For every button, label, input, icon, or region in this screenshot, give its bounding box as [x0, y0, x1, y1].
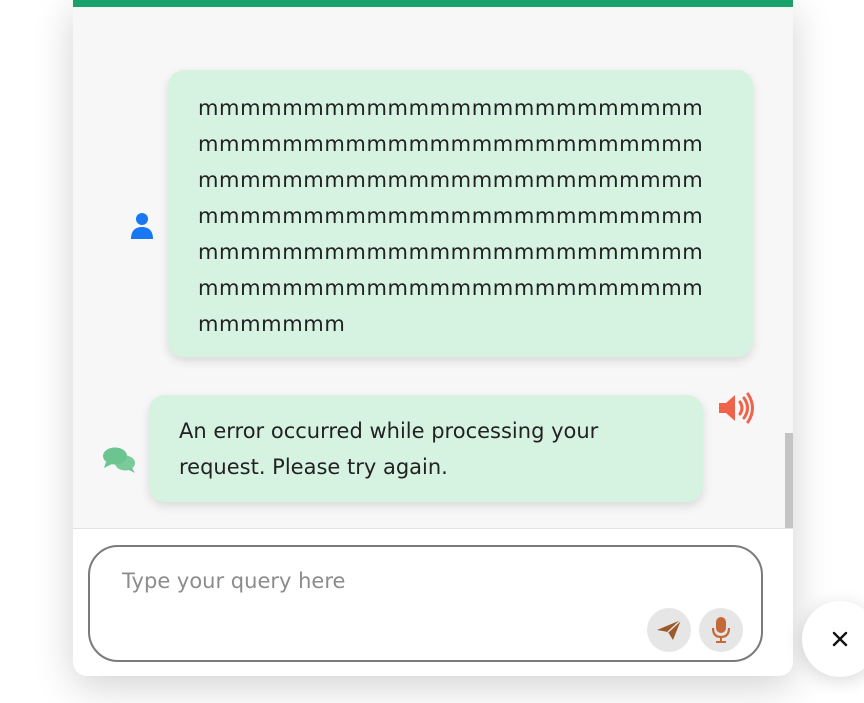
mic-button[interactable] — [699, 608, 743, 652]
bot-message-bubble: An error occurred while processing your … — [149, 395, 703, 502]
page: mmmmmmmmmmmmmmmmmmmmmmmmmmmmmmmmmmmmmmmm… — [0, 0, 864, 703]
send-icon — [657, 619, 682, 640]
user-icon — [130, 212, 154, 240]
chat-bubbles-icon — [102, 446, 136, 474]
query-input-box — [88, 545, 763, 662]
microphone-icon — [711, 617, 731, 643]
speaker-icon[interactable] — [716, 392, 756, 424]
close-icon — [832, 631, 848, 647]
chat-window: mmmmmmmmmmmmmmmmmmmmmmmmmmmmmmmmmmmmmmmm… — [73, 0, 793, 676]
user-message-bubble: mmmmmmmmmmmmmmmmmmmmmmmmmmmmmmmmmmmmmmmm… — [168, 70, 753, 357]
send-button[interactable] — [647, 608, 691, 652]
query-input[interactable] — [120, 567, 644, 611]
message-list[interactable]: mmmmmmmmmmmmmmmmmmmmmmmmmmmmmmmmmmmmmmmm… — [73, 7, 793, 528]
composer — [73, 528, 793, 676]
close-chat-button[interactable] — [802, 601, 864, 677]
scrollbar[interactable] — [785, 433, 793, 528]
chat-header-bar — [73, 0, 793, 7]
